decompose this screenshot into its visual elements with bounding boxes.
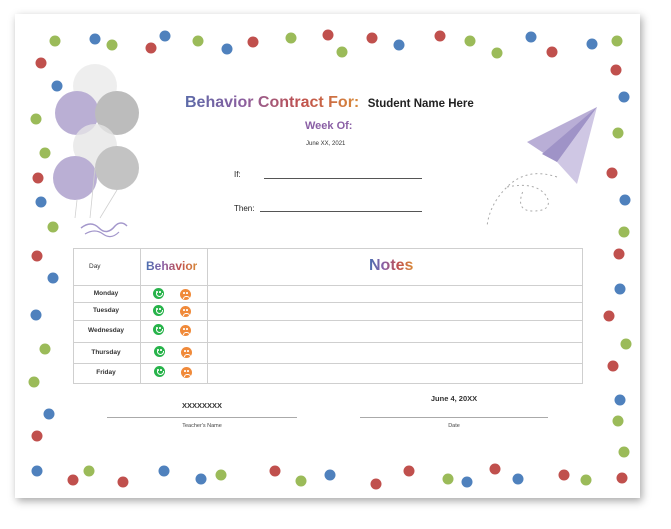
sad-face-icon[interactable] [180, 306, 191, 317]
week-of-label: Week Of: [305, 120, 353, 132]
table-rule [74, 285, 582, 286]
paper-plane-decoration [486, 107, 597, 228]
then-line [260, 211, 422, 212]
table-rule [74, 302, 582, 303]
date-line [360, 417, 548, 418]
table-rule [74, 363, 582, 364]
week-date: June XX, 2021 [306, 141, 346, 147]
header-notes: Notes [369, 257, 414, 274]
day-thursday: Thursday [91, 349, 121, 356]
if-label: If: [234, 170, 241, 179]
teacher-caption: Teacher's Name [182, 423, 222, 429]
day-wednesday: Wednesday [87, 327, 124, 334]
sad-face-icon[interactable] [181, 347, 192, 358]
table-rule [74, 342, 582, 343]
header-behavior: Behavior [146, 259, 198, 273]
page-title: Behavior Contract For: Student Name Here [185, 94, 474, 112]
balloons-decoration [53, 64, 139, 238]
if-line [264, 178, 422, 179]
sad-face-icon[interactable] [180, 325, 191, 336]
sad-face-icon[interactable] [181, 367, 192, 378]
happy-face-icon[interactable] [154, 366, 165, 377]
sad-face-icon[interactable] [180, 289, 191, 300]
day-friday: Friday [96, 369, 116, 376]
day-monday: Monday [93, 290, 119, 297]
happy-face-icon[interactable] [153, 288, 164, 299]
date-caption: Date [448, 423, 460, 429]
contract-page: Behavior Contract For: Student Name Here… [15, 14, 640, 498]
teacher-signature-line [107, 417, 297, 418]
happy-face-icon[interactable] [153, 324, 164, 335]
happy-face-icon[interactable] [154, 346, 165, 357]
then-label: Then: [234, 204, 255, 213]
table-rule [74, 320, 582, 321]
teacher-signature-value: XXXXXXXX [181, 401, 223, 410]
happy-face-icon[interactable] [153, 305, 164, 316]
date-value: June 4, 20XX [430, 394, 478, 403]
student-name: Student Name Here [367, 98, 474, 110]
title-main: Behavior Contract For: [185, 94, 360, 111]
header-day: Day [89, 263, 101, 270]
day-tuesday: Tuesday [93, 307, 119, 314]
